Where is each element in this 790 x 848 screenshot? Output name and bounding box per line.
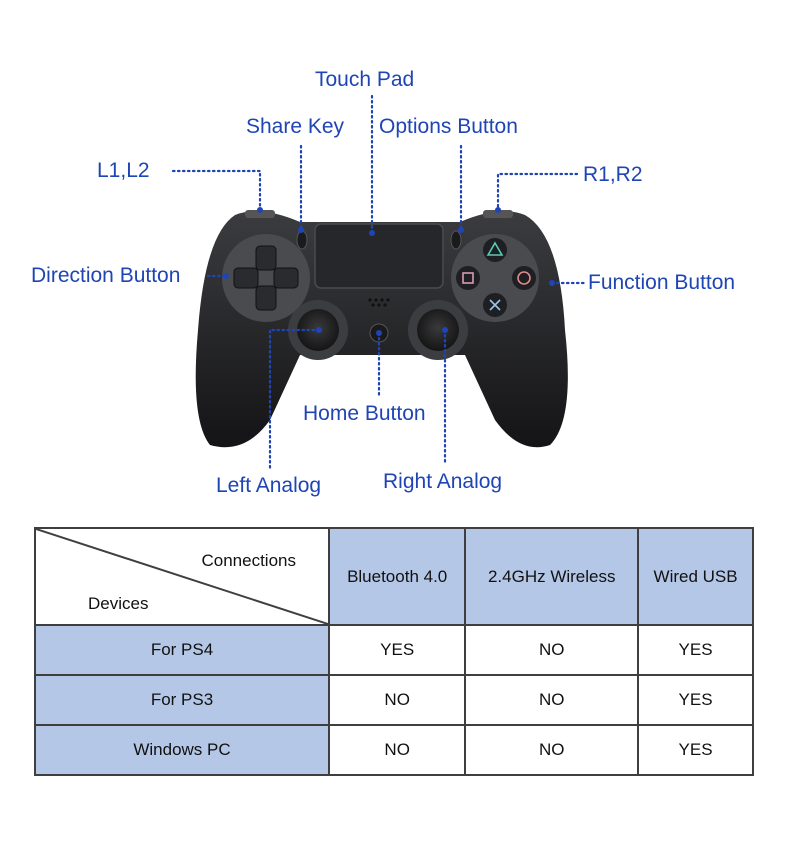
label-options-button: Options Button [379,115,518,138]
label-function-button: Function Button [588,271,736,294]
label-direction-button: Direction Button [31,264,181,287]
table-header-row: Connections Devices Bluetooth 4.0 2.4GHz… [34,527,754,626]
diagonal-divider [36,529,328,624]
corner-label-connections: Connections [201,551,296,570]
table-cell: YES [637,674,754,726]
label-l1-l2: L1,L2 [97,159,150,182]
table-row: For PS3 NO NO YES [34,674,754,726]
table-cell: NO [464,624,640,676]
column-header: 2.4GHz Wireless [464,527,640,626]
share-key [296,230,308,250]
table-corner-cell: Connections Devices [34,527,330,626]
table-row: For PS4 YES NO YES [34,624,754,676]
label-touch-pad: Touch Pad [315,68,415,91]
table-cell: YES [327,624,467,676]
table-cell: NO [327,724,467,776]
label-right-analog: Right Analog [383,470,503,493]
label-left-analog: Left Analog [216,474,322,497]
table-cell: YES [637,724,754,776]
touch-pad [314,223,444,289]
right-analog-stick [417,309,459,351]
leader-l1-l2 [171,169,262,212]
table-cell: NO [464,724,640,776]
corner-label-devices: Devices [88,594,149,613]
label-r1-r2: R1,R2 [583,163,643,186]
table-row: Windows PC NO NO YES [34,724,754,776]
column-header: Bluetooth 4.0 [327,527,467,626]
row-header: For PS3 [34,674,330,726]
compatibility-table: Connections Devices Bluetooth 4.0 2.4GHz… [34,527,754,776]
row-header: Windows PC [34,724,330,776]
leader-r1-r2 [496,172,579,212]
table-cell: YES [637,624,754,676]
row-header: For PS4 [34,624,330,676]
options-key [450,230,462,250]
table-cell: NO [464,674,640,726]
label-home-button: Home Button [303,402,426,425]
column-header: Wired USB [637,527,754,626]
label-share-key: Share Key [246,115,345,138]
table-cell: NO [327,674,467,726]
